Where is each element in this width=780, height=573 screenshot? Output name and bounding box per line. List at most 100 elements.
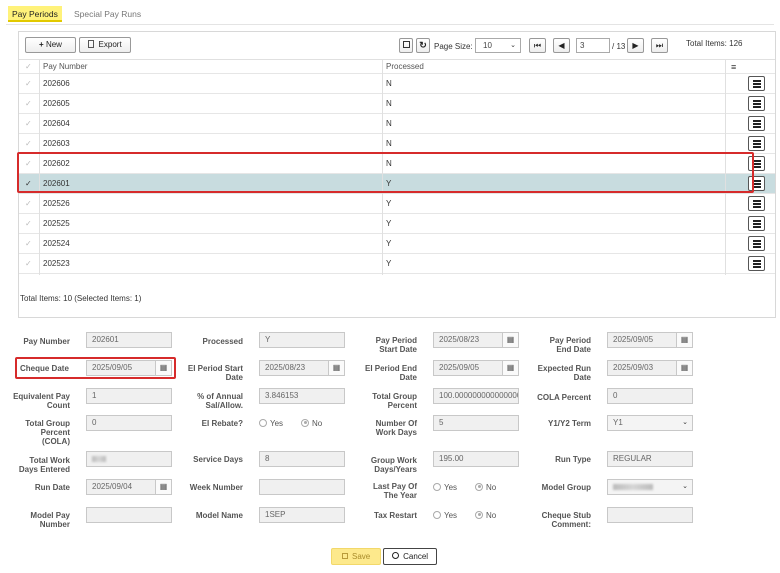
tax-restart-yes-radio[interactable]: Yes <box>433 510 457 522</box>
column-header-processed[interactable]: Processed <box>386 60 424 74</box>
last-pay-of-year-yes-radio[interactable]: Yes <box>433 482 457 494</box>
tax-restart-no-radio[interactable]: No <box>475 510 496 522</box>
select-all-checkbox[interactable]: ✓ <box>25 60 32 74</box>
pay-period-end-field[interactable]: 2025/09/05 ▦ <box>607 332 693 348</box>
last-pay-of-year-no-radio[interactable]: No <box>475 482 496 494</box>
row-checkbox[interactable]: ✓ <box>25 194 32 214</box>
tab-divider <box>6 24 774 25</box>
calendar-icon[interactable]: ▦ <box>155 361 171 375</box>
cancel-button[interactable]: Cancel <box>383 548 437 565</box>
table-row[interactable]: ✓ 202603 N <box>19 134 775 154</box>
last-page-icon: ⏭ <box>655 41 664 50</box>
row-details-button[interactable] <box>748 76 765 91</box>
pct-annual-field[interactable]: 3.846153 <box>259 388 345 404</box>
run-date-field[interactable]: 2025/09/04 ▦ <box>86 479 172 495</box>
radio-circle <box>433 510 441 519</box>
new-button[interactable]: + New <box>25 37 76 53</box>
y1y2-term-select[interactable]: Y1 ⌄ <box>607 415 693 431</box>
service-days-field[interactable]: 8 <box>259 451 345 467</box>
total-group-percent-cola-field[interactable]: 0 <box>86 415 172 431</box>
processed-field[interactable]: Y <box>259 332 345 348</box>
previous-page-button[interactable]: ◀ <box>553 38 570 53</box>
table-row[interactable]: ✓ 202525 Y <box>19 214 775 234</box>
refresh-button[interactable]: ↻ <box>416 38 430 53</box>
pay-number-cell: 202523 <box>43 259 70 268</box>
row-checkbox[interactable]: ✓ <box>25 74 32 94</box>
table-row[interactable]: ✓ 202604 N <box>19 114 775 134</box>
pct-annual-label: % of Annual Sal/Allow. <box>180 392 243 410</box>
export-button[interactable]: Export <box>79 37 131 53</box>
cheque-date-field[interactable]: 2025/09/05 ▦ <box>86 360 172 376</box>
ei-period-start-field[interactable]: 2025/08/23 ▦ <box>259 360 345 376</box>
page-size-select[interactable]: 10 ⌄ <box>475 38 521 53</box>
radio-circle <box>433 482 441 491</box>
column-header-pay-number[interactable]: Pay Number <box>43 60 87 74</box>
next-page-button[interactable]: ▶ <box>627 38 644 53</box>
save-layout-button[interactable] <box>399 38 413 53</box>
radio-circle <box>301 418 309 427</box>
cancel-icon <box>391 552 399 560</box>
total-work-days-entered-label-line1: Total Work <box>29 456 70 465</box>
pay-period-end-label-line1: Pay Period <box>549 336 591 345</box>
page-number-input[interactable]: 3 <box>576 38 610 53</box>
row-details-button[interactable] <box>748 216 765 231</box>
ei-rebate-yes-label: Yes <box>270 419 284 428</box>
calendar-icon[interactable]: ▦ <box>676 333 692 347</box>
pay-number-field[interactable]: 202601 <box>86 332 172 348</box>
row-checkbox[interactable]: ✓ <box>25 114 32 134</box>
model-name-field[interactable]: 1SEP <box>259 507 345 523</box>
row-checkbox[interactable]: ✓ <box>25 134 32 154</box>
cola-percent-label: COLA Percent <box>537 393 591 402</box>
save-button[interactable]: Save <box>331 548 381 565</box>
group-work-days-field[interactable]: 195.00 <box>433 451 519 467</box>
pay-number-cell: 202603 <box>43 139 70 148</box>
calendar-icon[interactable]: ▦ <box>502 333 518 347</box>
ei-period-start-label-line1: EI Period Start <box>187 364 243 373</box>
row-details-button[interactable] <box>748 236 765 251</box>
ei-rebate-yes-radio[interactable]: Yes <box>259 418 283 430</box>
ei-rebate-no-radio[interactable]: No <box>301 418 322 430</box>
cheque-stub-comment-field[interactable] <box>607 507 693 523</box>
ei-rebate-label: EI Rebate? <box>201 419 243 428</box>
row-checkbox[interactable]: ✓ <box>25 254 32 274</box>
pay-period-start-field[interactable]: 2025/08/23 ▦ <box>433 332 519 348</box>
tab-pay-periods[interactable]: Pay Periods <box>8 6 62 22</box>
export-button-label: Export <box>98 40 122 49</box>
row-details-button[interactable] <box>748 256 765 271</box>
floppy-icon <box>341 552 348 559</box>
total-work-days-entered-field[interactable] <box>86 451 172 467</box>
model-group-select[interactable]: ⌄ <box>607 479 693 495</box>
row-details-button[interactable] <box>748 196 765 211</box>
row-details-button[interactable] <box>748 96 765 111</box>
expected-run-field[interactable]: 2025/09/03 ▦ <box>607 360 693 376</box>
calendar-icon[interactable]: ▦ <box>502 361 518 375</box>
group-work-days-label: Group Work Days/Years <box>355 456 417 474</box>
table-row[interactable]: ✓ 202605 N <box>19 94 775 114</box>
row-details-button[interactable] <box>748 116 765 131</box>
ei-period-end-field[interactable]: 2025/09/05 ▦ <box>433 360 519 376</box>
column-menu-icon[interactable]: ≡ <box>731 60 736 74</box>
row-checkbox[interactable]: ✓ <box>25 94 32 114</box>
total-group-percent-field[interactable]: 100.000000000000000 <box>433 388 519 404</box>
equivalent-pay-count-label-line2: Count <box>46 401 70 410</box>
cola-percent-field[interactable]: 0 <box>607 388 693 404</box>
table-row[interactable]: ✓ 202526 Y <box>19 194 775 214</box>
last-page-button[interactable]: ⏭ <box>651 38 668 53</box>
calendar-icon[interactable]: ▦ <box>155 480 171 494</box>
number-of-work-days-field[interactable]: 5 <box>433 415 519 431</box>
number-of-work-days-label-line2: Work Days <box>375 428 417 437</box>
calendar-icon[interactable]: ▦ <box>328 361 344 375</box>
table-row[interactable]: ✓ 202524 Y <box>19 234 775 254</box>
row-details-button[interactable] <box>748 136 765 151</box>
model-pay-number-field[interactable] <box>86 507 172 523</box>
row-checkbox[interactable]: ✓ <box>25 234 32 254</box>
calendar-icon[interactable]: ▦ <box>676 361 692 375</box>
table-row[interactable]: ✓ 202523 Y <box>19 254 775 274</box>
week-number-field[interactable] <box>259 479 345 495</box>
tab-special-pay-runs[interactable]: Special Pay Runs <box>70 6 145 22</box>
first-page-button[interactable]: ⏮ <box>529 38 546 53</box>
run-type-field[interactable]: REGULAR <box>607 451 693 467</box>
row-checkbox[interactable]: ✓ <box>25 214 32 234</box>
equivalent-pay-count-field[interactable]: 1 <box>86 388 172 404</box>
table-row[interactable]: ✓ 202606 N <box>19 74 775 94</box>
